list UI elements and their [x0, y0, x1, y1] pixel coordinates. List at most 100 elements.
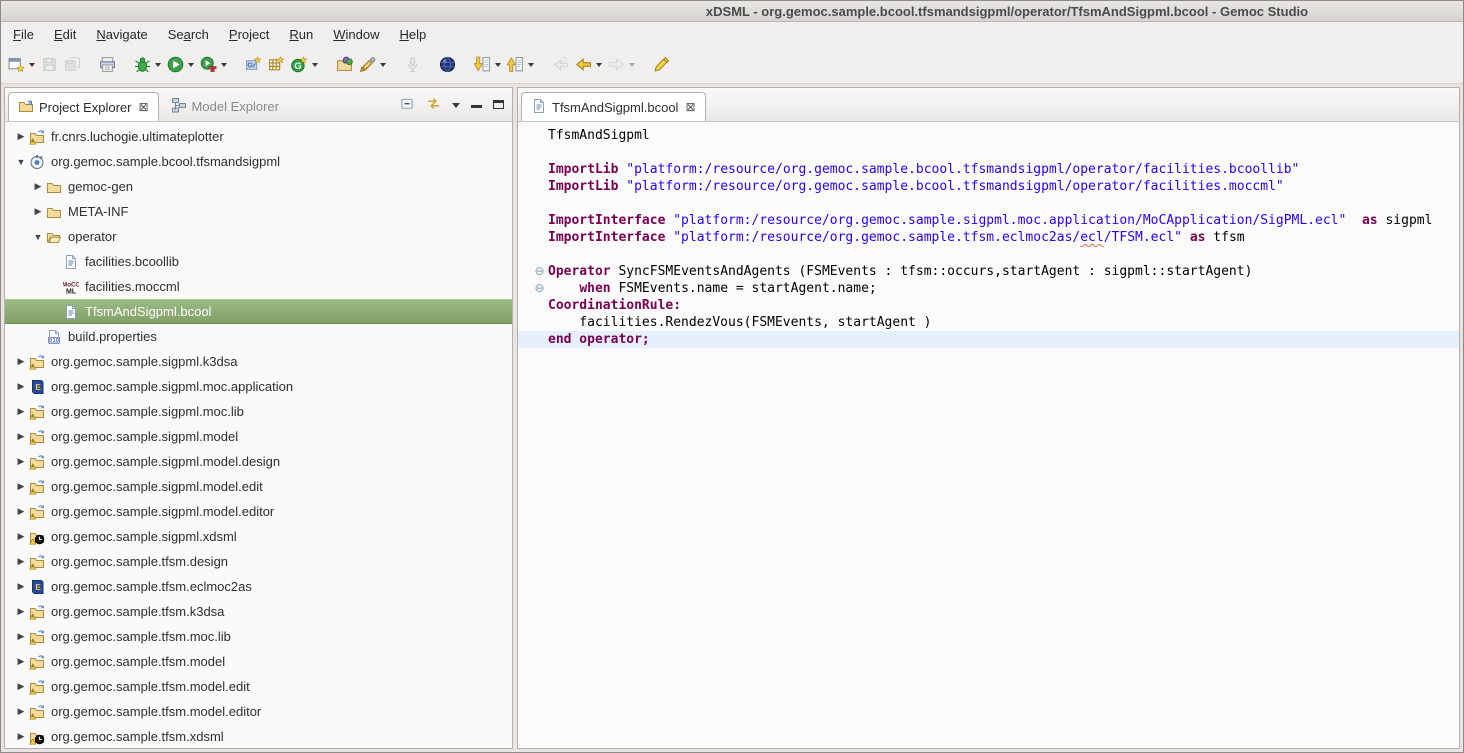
expand-arrow-icon[interactable]: ▶	[13, 381, 29, 392]
editor-area: TfsmAndSigpml.bcool ⊠ TfsmAndSigpmlImpor…	[517, 87, 1460, 749]
menu-project[interactable]: Project	[219, 24, 279, 45]
dropdown-arrow-icon[interactable]	[528, 63, 534, 67]
tree-item[interactable]: facilities.bcoollib	[5, 249, 512, 274]
expand-arrow-icon[interactable]: ▶	[13, 581, 29, 592]
load-model-button[interactable]	[334, 53, 355, 76]
tree-item[interactable]: ▶org.gemoc.sample.sigpml.moc.lib	[5, 399, 512, 424]
previous-annotation-button[interactable]	[505, 53, 536, 76]
mark-occurrences-button[interactable]	[651, 53, 672, 76]
format-button[interactable]	[357, 53, 388, 76]
tree-item[interactable]: TfsmAndSigpml.bcool	[5, 299, 512, 324]
tree-item[interactable]: ▶org.gemoc.sample.tfsm.xdsml	[5, 724, 512, 748]
tree-item[interactable]: 010build.properties	[5, 324, 512, 349]
expand-arrow-icon[interactable]: ▶	[13, 431, 29, 442]
dropdown-arrow-icon[interactable]	[312, 63, 318, 67]
collapse-arrow-icon[interactable]: ▼	[30, 232, 46, 242]
tree-item[interactable]: MoCCMLfacilities.moccml	[5, 274, 512, 299]
tab-model-explorer[interactable]: Model Explorer	[162, 92, 288, 121]
tree-item[interactable]: ▶org.gemoc.sample.tfsm.model	[5, 649, 512, 674]
tree-item[interactable]: ▶org.gemoc.sample.sigpml.k3dsa	[5, 349, 512, 374]
tree-item[interactable]: ▼operator	[5, 224, 512, 249]
collapse-all-icon[interactable]	[400, 96, 415, 111]
tree-item[interactable]: ▶org.gemoc.sample.tfsm.moc.lib	[5, 624, 512, 649]
tree-item[interactable]: ▶org.gemoc.sample.sigpml.model.edit	[5, 474, 512, 499]
tree-item[interactable]: ▶org.gemoc.sample.tfsm.model.editor	[5, 699, 512, 724]
dropdown-arrow-icon[interactable]	[221, 63, 227, 67]
code-editor[interactable]: TfsmAndSigpmlImportLib "platform:/resour…	[518, 122, 1459, 748]
tree-item[interactable]: ▶org.gemoc.sample.sigpml.model.editor	[5, 499, 512, 524]
fold-collapse-icon[interactable]: ⊖	[531, 263, 548, 280]
tree-item[interactable]: ▶Eorg.gemoc.sample.tfsm.eclmoc2as	[5, 574, 512, 599]
tree-item[interactable]: ▶org.gemoc.sample.tfsm.design	[5, 549, 512, 574]
fold-collapse-icon[interactable]: ⊖	[531, 280, 548, 297]
window-titlebar[interactable]: xDSML - org.gemoc.sample.bcool.tfsmandsi…	[1, 1, 1463, 22]
open-web-browser-button[interactable]	[437, 53, 458, 76]
dropdown-arrow-icon	[629, 63, 635, 67]
menu-window[interactable]: Window	[323, 24, 389, 45]
expand-arrow-icon[interactable]: ▶	[13, 631, 29, 642]
tree-item[interactable]: ▶gemoc-gen	[5, 174, 512, 199]
next-annotation-icon	[474, 56, 491, 73]
close-icon[interactable]: ⊠	[685, 101, 695, 113]
view-menu-icon[interactable]	[452, 103, 460, 108]
dropdown-arrow-icon[interactable]	[29, 63, 35, 67]
folder-open-icon	[46, 229, 63, 245]
menu-navigate[interactable]: Navigate	[86, 24, 157, 45]
tree-item[interactable]: ▶org.gemoc.sample.tfsm.k3dsa	[5, 599, 512, 624]
expand-arrow-icon[interactable]: ▶	[13, 681, 29, 692]
tab-editor-file[interactable]: TfsmAndSigpml.bcool ⊠	[521, 92, 706, 121]
expand-arrow-icon[interactable]: ▶	[13, 731, 29, 742]
tree-item[interactable]: ▶META-INF	[5, 199, 512, 224]
run-button[interactable]	[165, 53, 196, 76]
print-button[interactable]	[97, 53, 118, 76]
back-button[interactable]	[573, 53, 604, 76]
tree-item[interactable]: ▶org.gemoc.sample.tfsm.model.edit	[5, 674, 512, 699]
tree-item[interactable]: ▶org.gemoc.sample.sigpml.model.design	[5, 449, 512, 474]
tree-item[interactable]: ▶Eorg.gemoc.sample.sigpml.moc.applicatio…	[5, 374, 512, 399]
dropdown-arrow-icon[interactable]	[495, 63, 501, 67]
link-with-editor-icon[interactable]	[426, 96, 441, 111]
dropdown-arrow-icon[interactable]	[380, 63, 386, 67]
tree-item[interactable]: ▶fr.cnrs.luchogie.ultimateplotter	[5, 124, 512, 149]
expand-arrow-icon[interactable]: ▶	[30, 181, 46, 192]
dropdown-arrow-icon[interactable]	[155, 63, 161, 67]
menu-run[interactable]: Run	[279, 24, 323, 45]
menu-help[interactable]: Help	[389, 24, 436, 45]
annotation-ruler	[518, 229, 531, 246]
debug-button[interactable]	[132, 53, 163, 76]
dropdown-arrow-icon[interactable]	[596, 63, 602, 67]
minimize-icon[interactable]	[471, 101, 482, 108]
expand-arrow-icon[interactable]: ▶	[13, 656, 29, 667]
expand-arrow-icon[interactable]: ▶	[13, 531, 29, 542]
expand-arrow-icon[interactable]: ▶	[13, 506, 29, 517]
collapse-arrow-icon[interactable]: ▼	[13, 157, 29, 167]
expand-arrow-icon[interactable]: ▶	[13, 706, 29, 717]
expand-arrow-icon[interactable]: ▶	[13, 606, 29, 617]
new-gemoc-project-button[interactable]: G	[289, 53, 320, 76]
dropdown-arrow-icon[interactable]	[188, 63, 194, 67]
close-icon[interactable]: ⊠	[138, 101, 148, 113]
expand-arrow-icon[interactable]: ▶	[13, 556, 29, 567]
menu-file[interactable]: File	[3, 24, 44, 45]
expand-arrow-icon[interactable]: ▶	[13, 131, 29, 142]
save-button	[39, 53, 60, 76]
expand-arrow-icon[interactable]: ▶	[13, 406, 29, 417]
expand-arrow-icon[interactable]: ▶	[13, 481, 29, 492]
new-graphiti-diagram-button[interactable]: Gr	[243, 53, 264, 76]
menu-edit[interactable]: Edit	[44, 24, 86, 45]
annotation-ruler	[518, 280, 531, 297]
next-annotation-button[interactable]	[472, 53, 503, 76]
maximize-icon[interactable]	[493, 100, 504, 109]
menu-search[interactable]: Search	[158, 24, 219, 45]
tree-item[interactable]: ▶org.gemoc.sample.sigpml.model	[5, 424, 512, 449]
tree-item[interactable]: ▶org.gemoc.sample.sigpml.xdsml	[5, 524, 512, 549]
new-grid-diagram-button[interactable]	[266, 53, 287, 76]
expand-arrow-icon[interactable]: ▶	[13, 456, 29, 467]
project-icon	[29, 629, 46, 645]
expand-arrow-icon[interactable]: ▶	[13, 356, 29, 367]
run-last-launch-button[interactable]	[198, 53, 229, 76]
new-wizard-button[interactable]	[6, 53, 37, 76]
expand-arrow-icon[interactable]: ▶	[30, 206, 46, 217]
tree-item[interactable]: ▼org.gemoc.sample.bcool.tfsmandsigpml	[5, 149, 512, 174]
tab-project-explorer[interactable]: Project Explorer ⊠	[8, 92, 159, 121]
